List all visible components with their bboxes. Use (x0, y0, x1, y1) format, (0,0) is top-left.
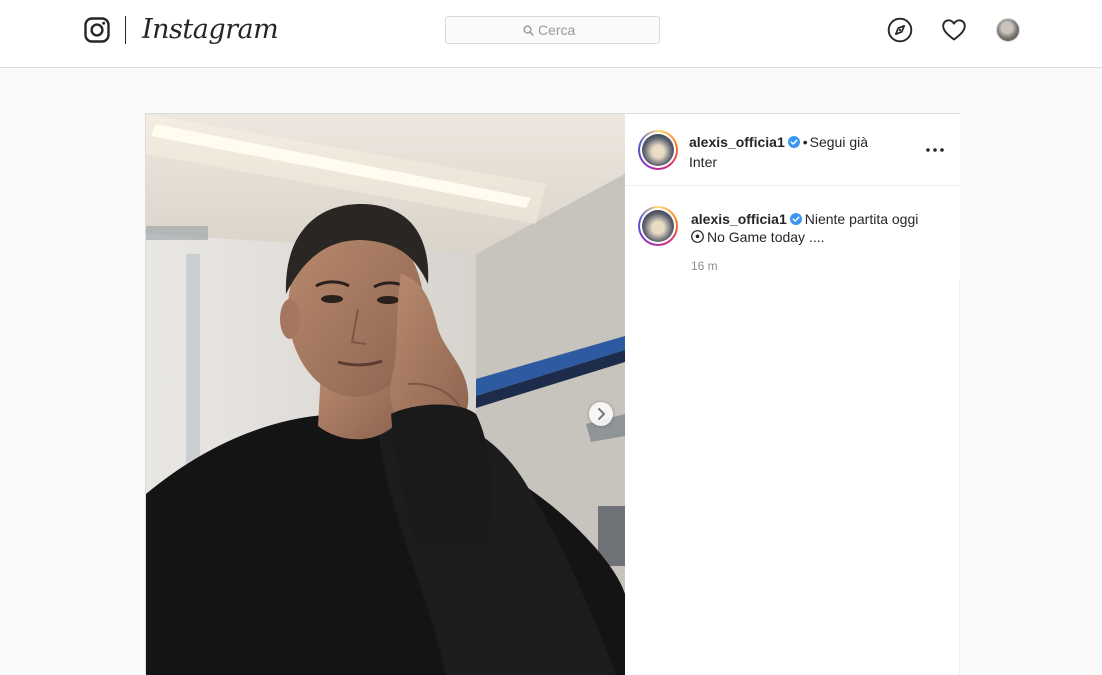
following-button[interactable]: Segui già (810, 134, 868, 150)
verified-badge-icon (787, 136, 800, 148)
author-info: alexis_officia1 • Segui già Inter (689, 134, 919, 170)
post-header: alexis_officia1 • Segui già Inter (625, 114, 960, 186)
instagram-logo-icon[interactable] (84, 17, 110, 43)
search-icon (523, 25, 534, 36)
heart-icon[interactable] (941, 17, 967, 43)
caption-body: alexis_officia1 Niente partita oggi No Ga… (691, 210, 946, 246)
author-avatar[interactable] (638, 130, 678, 170)
top-navigation-bar: Instagram (0, 0, 1102, 68)
verified-badge-icon (789, 213, 802, 225)
caption-username[interactable]: alexis_officia1 (691, 211, 787, 227)
selfie-photo-illustration (146, 114, 625, 675)
post-timestamp[interactable]: 16 m (691, 259, 718, 273)
instagram-wordmark[interactable]: Instagram (142, 12, 279, 48)
caption-avatar[interactable] (638, 206, 678, 246)
soccer-ball-icon (691, 230, 704, 243)
logo-divider (125, 16, 126, 44)
author-username[interactable]: alexis_officia1 (689, 134, 785, 150)
lion-avatar-image (642, 210, 674, 242)
more-options-icon[interactable] (923, 141, 947, 159)
post-side-panel: alexis_officia1 • Segui già Inter alexis_o… (625, 114, 960, 675)
profile-avatar[interactable] (996, 18, 1020, 42)
search-input[interactable] (538, 21, 648, 39)
caption-text-line1: Niente partita oggi (804, 211, 919, 227)
chevron-right-icon (598, 408, 605, 420)
post-location[interactable]: Inter (689, 154, 919, 170)
post-photo[interactable] (146, 114, 625, 675)
panel-edge (959, 281, 963, 675)
caption-text-line2: No Game today .... (707, 229, 825, 245)
lion-avatar-image (642, 134, 674, 166)
search-box[interactable] (445, 16, 660, 44)
explore-compass-icon[interactable] (887, 17, 913, 43)
carousel-next-button[interactable] (589, 402, 613, 426)
separator-dot: • (802, 134, 808, 150)
post-card: alexis_officia1 • Segui già Inter alexis_o… (145, 113, 963, 675)
